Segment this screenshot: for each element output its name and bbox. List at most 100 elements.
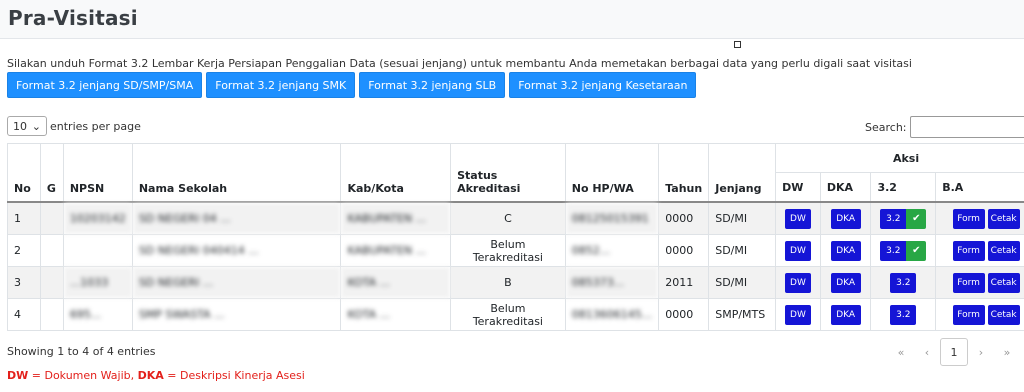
format-32-button[interactable]: 3.2 (880, 208, 907, 229)
intro-text: Silakan unduh Format 3.2 Lembar Kerja Pe… (7, 57, 912, 70)
cell-32: 3.2 (870, 266, 937, 299)
prev-page-button[interactable]: ‹ (914, 339, 940, 365)
format-32-button[interactable]: 3.2 (890, 304, 917, 325)
cell-g (39, 201, 64, 235)
cell-tahun: 2011 (658, 266, 710, 299)
cell-32: 3.2 (870, 298, 937, 331)
cetak-button[interactable]: Cetak (987, 208, 1020, 229)
dw-button[interactable]: DW (784, 240, 811, 261)
cell-g (39, 234, 64, 267)
format-kesetaraan-button[interactable]: Format 3.2 jenjang Kesetaraan (509, 72, 697, 98)
table-row: 4 695... SMP SWASTA ... KOTA ... Belum T… (7, 298, 1024, 331)
cell-hp: 08125015391 (564, 201, 660, 235)
cell-status: Belum Terakreditasi (450, 234, 566, 267)
col-dka: DKA (819, 172, 872, 203)
cell-kab: KABUPATEN ... (340, 234, 452, 267)
cell-no: 4 (7, 298, 41, 331)
cell-no: 1 (7, 201, 41, 235)
cell-jenjang: SD/MI (708, 266, 777, 299)
cell-hp: 085373... (564, 266, 660, 299)
cell-dw: DW (775, 298, 821, 331)
dw-button[interactable]: DW (784, 272, 811, 293)
table-info: Showing 1 to 4 of 4 entries (7, 345, 156, 358)
cell-tahun: 0000 (658, 298, 710, 331)
cell-g (39, 266, 64, 299)
dka-button[interactable]: DKA (830, 272, 861, 293)
form-button[interactable]: Form (952, 240, 985, 261)
check-icon: ✔ (906, 208, 927, 229)
cell-nama: SD NEGERI 04 ... (131, 201, 342, 235)
cell-nama: SMP SWASTA ... (131, 298, 342, 331)
cell-ba: Form Cetak (935, 234, 1024, 267)
dka-button[interactable]: DKA (830, 304, 861, 325)
cell-npsn: 10203142 (62, 201, 133, 235)
cell-dw: DW (775, 201, 821, 235)
cell-dka: DKA (819, 298, 872, 331)
cell-no: 2 (7, 234, 41, 267)
form-button[interactable]: Form (952, 272, 985, 293)
cell-no: 3 (7, 266, 41, 299)
table-row: 1 10203142 SD NEGERI 04 ... KABUPATEN ..… (7, 201, 1024, 235)
check-icon: ✔ (906, 240, 927, 261)
cell-dka: DKA (819, 234, 872, 267)
format-32-button[interactable]: 3.2 (890, 272, 917, 293)
checkbox-icon[interactable] (734, 41, 741, 48)
col-jenjang: Jenjang (708, 143, 777, 203)
pagination: « ‹ 1 › » (888, 338, 1020, 366)
format-smk-button[interactable]: Format 3.2 jenjang SMK (206, 72, 356, 98)
legend-dw-text: = Dokumen Wajib, (28, 369, 138, 382)
col-npsn: NPSN (62, 143, 133, 203)
cell-jenjang: SD/MI (708, 234, 777, 267)
format-slb-button[interactable]: Format 3.2 jenjang SLB (359, 72, 506, 98)
cell-dw: DW (775, 266, 821, 299)
cell-ba: Form Cetak (935, 266, 1024, 299)
format-sd-smp-sma-button[interactable]: Format 3.2 jenjang SD/SMP/SMA (7, 72, 203, 98)
entries-select[interactable]: 10 ⌄ (7, 116, 47, 136)
cell-32: 3.2 ✔ (870, 201, 937, 235)
cell-ba: Form Cetak (935, 298, 1024, 331)
cell-tahun: 0000 (658, 201, 710, 235)
cell-status: B (450, 266, 566, 299)
cell-32: 3.2 ✔ (870, 234, 937, 267)
cell-nama: SD NEGERI ... (131, 266, 342, 299)
cell-kab: KABUPATEN ... (340, 201, 452, 235)
dka-button[interactable]: DKA (830, 208, 861, 229)
col-g: G (39, 143, 64, 203)
page-header: Pra-Visitasi (0, 0, 1024, 39)
entries-select-value: 10 (13, 119, 27, 133)
cell-ba: Form Cetak (935, 201, 1024, 235)
cell-hp: 0852... (564, 234, 660, 267)
cell-npsn: ...1033 (62, 266, 133, 299)
cetak-button[interactable]: Cetak (987, 304, 1020, 325)
page-1-button[interactable]: 1 (940, 338, 968, 366)
col-status: Status Akreditasi (450, 143, 566, 203)
cell-nama: SD NEGERI 040414 ... (131, 234, 342, 267)
dw-button[interactable]: DW (784, 208, 811, 229)
form-button[interactable]: Form (952, 304, 985, 325)
search-input[interactable] (909, 116, 1024, 138)
last-page-button[interactable]: » (994, 339, 1020, 365)
form-button[interactable]: Form (952, 208, 985, 229)
cell-kab: KOTA ... (340, 266, 452, 299)
search: Search: (865, 116, 1024, 138)
cetak-button[interactable]: Cetak (987, 240, 1020, 261)
chevron-down-icon: ⌄ (31, 119, 41, 133)
col-aksi: Aksi (775, 143, 1024, 173)
format-32-button[interactable]: 3.2 (880, 240, 907, 261)
first-page-button[interactable]: « (888, 339, 914, 365)
col-nama-sekolah: Nama Sekolah (131, 143, 342, 203)
cell-g (39, 298, 64, 331)
page-title: Pra-Visitasi (8, 6, 138, 30)
dka-button[interactable]: DKA (830, 240, 861, 261)
visitasi-table: No G NPSN Nama Sekolah Kab/Kota Status A… (7, 143, 1024, 331)
next-page-button[interactable]: › (968, 339, 994, 365)
cell-kab: KOTA ... (340, 298, 452, 331)
cell-status: Belum Terakreditasi (450, 298, 566, 331)
cetak-button[interactable]: Cetak (987, 272, 1020, 293)
cell-jenjang: SD/MI (708, 201, 777, 235)
dw-button[interactable]: DW (784, 304, 811, 325)
legend-dw: DW (7, 369, 29, 382)
table-row: 3 ...1033 SD NEGERI ... KOTA ... B 08537… (7, 266, 1024, 299)
legend: DW = Dokumen Wajib, DKA = Deskripsi Kine… (7, 369, 305, 382)
cell-npsn (62, 234, 133, 267)
